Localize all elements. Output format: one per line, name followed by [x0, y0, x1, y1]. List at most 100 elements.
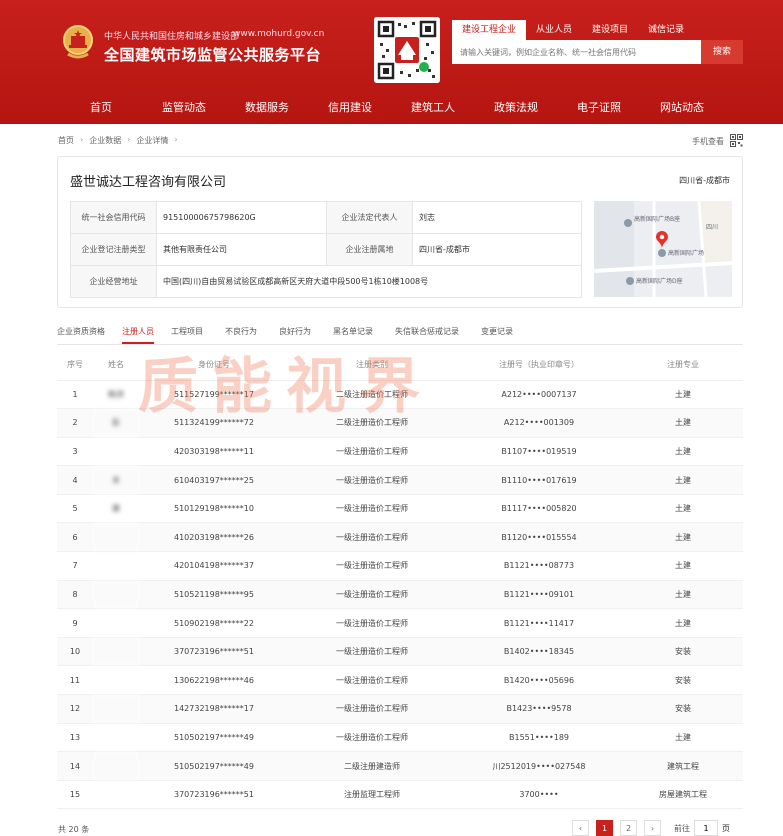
table-row[interactable]: 4 丰 610403197******25 一级注册造价工程师 B1110••••017… [57, 465, 743, 495]
address-label: 企业经营地址 [70, 265, 157, 298]
cell-name[interactable] [93, 694, 139, 724]
cell-reg-category: 一级注册造价工程师 [289, 465, 455, 495]
page-1-button[interactable]: 1 [596, 820, 613, 836]
search-tab-credit[interactable]: 诚信记录 [638, 20, 694, 40]
tab-qualifications[interactable]: 企业资质资格 [57, 323, 105, 344]
cell-name[interactable] [93, 608, 139, 638]
cell-id-number: 510521198******95 [139, 580, 289, 610]
cell-index: 2 [57, 408, 93, 438]
cell-reg-specialty: 土建 [623, 408, 743, 438]
cell-name[interactable] [93, 522, 139, 553]
table-header-row: 序号 姓名 身份证号 注册类别 注册号（执业印章号） 注册专业 [57, 350, 743, 381]
tab-change-records[interactable]: 变更记录 [481, 323, 513, 344]
nav-regulatory-news[interactable]: 监管动态 [143, 92, 226, 124]
cell-name[interactable]: 丰 [93, 465, 139, 495]
search-tab-project[interactable]: 建设项目 [582, 20, 638, 40]
table-row[interactable]: 5 建 510129198******10 一级注册造价工程师 B1117••••005… [57, 494, 743, 524]
nav-workers[interactable]: 建筑工人 [392, 92, 475, 124]
goto-page-input[interactable] [694, 820, 718, 836]
site-title: 全国建筑市场监管公共服务平台 [104, 46, 322, 64]
cell-index: 10 [57, 637, 93, 667]
cell-id-number: 370723196******51 [139, 637, 289, 667]
legal-rep-label: 企业法定代表人 [326, 201, 413, 234]
cell-reg-category: 一级注册造价工程师 [289, 494, 455, 524]
cell-id-number: 511324199******72 [139, 408, 289, 438]
credit-code-value: 91510000675798620G [156, 201, 327, 234]
table-row[interactable]: 6 410203198******26 一级注册造价工程师 B1120••••0155… [57, 522, 743, 553]
table-row[interactable]: 10 370723196******51 一级注册造价工程师 B1402••••183… [57, 637, 743, 667]
table-row[interactable]: 13 510502197******49 一级注册造价工程师 B1551••••189… [57, 723, 743, 753]
tab-registered-personnel[interactable]: 注册人员 [122, 323, 154, 344]
table-row[interactable]: 15 370723196******51 注册监理工程师 3700•••• 房屋建筑工程 [57, 780, 743, 810]
nav-site-news[interactable]: 网站动态 [641, 92, 724, 124]
cell-name[interactable] [93, 665, 139, 696]
cell-name[interactable] [93, 637, 139, 667]
legal-rep-value: 刘志 [412, 201, 582, 234]
cell-reg-specialty: 土建 [623, 522, 743, 553]
tab-good-behavior[interactable]: 良好行为 [279, 323, 311, 344]
tab-projects[interactable]: 工程项目 [171, 323, 203, 344]
table-row[interactable]: 12 142732198******17 一级注册造价工程师 B1423••••957… [57, 694, 743, 724]
table-row[interactable]: 11 130622198******46 一级注册造价工程师 B1420••••056… [57, 665, 743, 696]
prev-page-button[interactable]: ‹ [572, 820, 589, 836]
tab-blacklist[interactable]: 黑名单记录 [333, 323, 373, 344]
search-input-wrap [452, 40, 701, 64]
cell-reg-category: 一级注册造价工程师 [289, 637, 455, 667]
nav-data-service[interactable]: 数据服务 [226, 92, 309, 124]
tab-bad-behavior[interactable]: 不良行为 [225, 323, 257, 344]
cell-name[interactable] [93, 437, 139, 467]
cell-reg-category: 一级注册造价工程师 [289, 522, 455, 553]
cell-reg-number: B1120••••015554 [455, 522, 623, 553]
nav-credit[interactable]: 信用建设 [309, 92, 392, 124]
cell-reg-category: 一级注册造价工程师 [289, 723, 455, 753]
table-row[interactable]: 1 韩洪 511527199******17 二级注册造价工程师 A212••••000… [57, 380, 743, 410]
breadcrumb-enterprise-data[interactable]: 企业数据 [89, 135, 121, 146]
company-card: 盛世诚达工程咨询有限公司 四川省-成都市 统一社会信用代码 9151000067… [57, 156, 743, 308]
cell-name[interactable]: 韩洪 [93, 380, 139, 410]
table-row[interactable]: 7 420104198******37 一级注册造价工程师 B1121••••0877… [57, 551, 743, 581]
cell-name[interactable] [93, 580, 139, 610]
qr-code-icon[interactable] [730, 134, 743, 147]
col-id-number: 身份证号 [139, 350, 289, 381]
breadcrumb-home[interactable]: 首页 [58, 135, 74, 146]
company-info-table: 统一社会信用代码 91510000675798620G 企业法定代表人 刘志 企… [70, 201, 582, 298]
search-input[interactable] [452, 40, 701, 64]
cell-id-number: 510902198******22 [139, 608, 289, 638]
detail-tabs: 企业资质资格 注册人员 工程项目 不良行为 良好行为 黑名单记录 失信联合惩戒记… [57, 323, 743, 345]
search-tab-personnel[interactable]: 从业人员 [526, 20, 582, 40]
cell-reg-number: B1107••••019519 [455, 437, 623, 467]
tab-joint-punishment[interactable]: 失信联合惩戒记录 [395, 323, 459, 344]
table-row[interactable]: 9 510902198******22 一级注册造价工程师 B1121••••1141… [57, 608, 743, 638]
cell-name[interactable] [93, 751, 139, 781]
nav-policy[interactable]: 政策法规 [475, 92, 558, 124]
cell-name[interactable] [93, 780, 139, 810]
site-header: 中华人民共和国住房和城乡建设部 www.mohurd.gov.cn 全国建筑市场… [0, 0, 783, 124]
cell-name[interactable] [93, 551, 139, 581]
location-map[interactable]: 高新国际广场B座 四川 高新国际广场 高新国际广场D座 [594, 201, 732, 297]
company-name: 盛世诚达工程咨询有限公司 [70, 175, 227, 190]
personnel-table: 序号 姓名 身份证号 注册类别 注册号（执业印章号） 注册专业 1 韩洪 51152… [57, 350, 743, 810]
credit-code-label: 统一社会信用代码 [70, 201, 157, 234]
cell-name[interactable]: 建 [93, 494, 139, 524]
goto-suffix: 页 [722, 823, 730, 833]
reg-type-value: 其他有限责任公司 [156, 233, 327, 266]
cell-reg-number: B1110••••017619 [455, 465, 623, 495]
ministry-url[interactable]: www.mohurd.gov.cn [233, 29, 324, 39]
cell-name[interactable] [93, 723, 139, 753]
nav-e-certificate[interactable]: 电子证照 [558, 92, 641, 124]
mobile-view-link[interactable]: 手机查看 [692, 136, 724, 147]
table-row[interactable]: 3 420303198******11 一级注册造价工程师 B1107••••0195… [57, 437, 743, 467]
search-box: 建设工程企业 从业人员 建设项目 诚信记录 搜索 [452, 20, 743, 64]
cell-index: 15 [57, 780, 93, 810]
cell-reg-category: 注册监理工程师 [289, 780, 455, 810]
search-tab-enterprise[interactable]: 建设工程企业 [452, 20, 527, 40]
cell-name[interactable]: 彭 [93, 408, 139, 438]
cell-reg-specialty: 安装 [623, 637, 743, 667]
table-row[interactable]: 2 彭 511324199******72 二级注册造价工程师 A212••••0013… [57, 408, 743, 438]
next-page-button[interactable]: › [644, 820, 661, 836]
table-row[interactable]: 14 510502197******49 二级注册建造师 川2512019••••02… [57, 751, 743, 781]
table-row[interactable]: 8 510521198******95 一级注册造价工程师 B1121••••0910… [57, 580, 743, 610]
page-2-button[interactable]: 2 [620, 820, 637, 836]
search-button[interactable]: 搜索 [701, 40, 743, 64]
nav-home[interactable]: 首页 [60, 92, 143, 124]
